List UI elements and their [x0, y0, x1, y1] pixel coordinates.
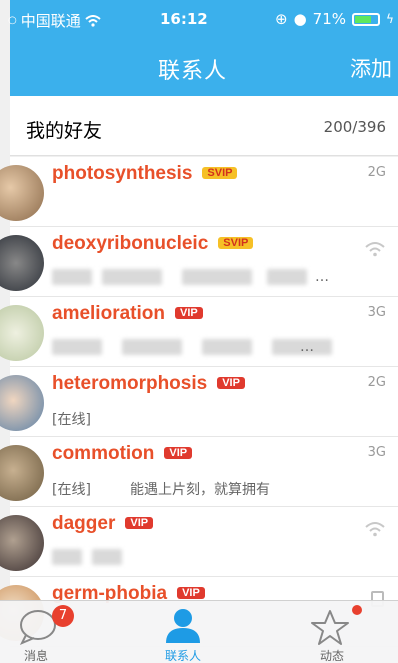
vip-badge: VIP: [177, 587, 205, 599]
contacts-screen: ○ 中国联通 16:12 ⊕ ● 71% ϟ 联系人 添加 我的好友 200/3…: [0, 0, 398, 663]
star-icon: [311, 610, 349, 645]
message-count-badge: 7: [52, 605, 74, 627]
contact-name: photosynthesis SVIP: [52, 163, 238, 185]
tab-moments[interactable]: 动态: [282, 601, 382, 663]
group-count: 200/396: [323, 118, 386, 136]
notification-dot: [352, 605, 362, 615]
battery-percent: 71%: [312, 10, 347, 28]
list-item[interactable]: amelioration VIP 3G …: [0, 297, 398, 367]
status-time: 16:12: [160, 10, 208, 28]
list-item[interactable]: deoxyribonucleic SVIP …: [0, 227, 398, 297]
network-label: 2G: [367, 165, 386, 180]
status-text-blurred: [52, 267, 352, 287]
rotation-lock-icon: ⊕: [275, 10, 288, 28]
list-item[interactable]: photosynthesis SVIP 2G: [0, 157, 398, 227]
person-icon: [166, 609, 200, 643]
top-bar: ○ 中国联通 16:12 ⊕ ● 71% ϟ 联系人 添加: [8, 0, 398, 96]
alarm-icon: ●: [293, 10, 307, 28]
network-label: 2G: [367, 375, 386, 390]
list-item[interactable]: dagger VIP: [0, 507, 398, 577]
battery-icon: [352, 12, 381, 26]
avatar: [0, 165, 44, 221]
svip-badge: SVIP: [218, 237, 254, 249]
status-text-blurred: [52, 547, 352, 567]
tab-messages[interactable]: 7 消息: [0, 601, 88, 663]
avatar: [0, 515, 44, 571]
contact-list: photosynthesis SVIP 2G deoxyribonucleic SV…: [0, 157, 398, 647]
list-item[interactable]: heteromorphosis VIP 2G [在线]: [0, 367, 398, 437]
wifi-icon: [365, 242, 385, 257]
avatar: [0, 445, 44, 501]
tab-label: 联系人: [164, 649, 201, 663]
page-title: 联系人: [158, 59, 228, 84]
avatar: [0, 305, 44, 361]
contact-name: amelioration VIP: [52, 303, 203, 325]
group-name: 我的好友: [26, 120, 103, 142]
contact-name: heteromorphosis VIP: [52, 373, 245, 395]
status-right: ⊕ ● 71% ϟ: [275, 10, 394, 28]
vip-badge: VIP: [164, 447, 193, 459]
status-ellipsis: …: [315, 269, 329, 285]
wifi-icon: [365, 522, 385, 537]
status-ellipsis: …: [300, 339, 314, 355]
svip-badge: SVIP: [202, 167, 238, 179]
avatar: [0, 375, 44, 431]
tab-contacts[interactable]: 联系人: [133, 601, 233, 663]
contact-name: dagger VIP: [52, 513, 154, 535]
status-bar: ○ 中国联通 16:12 ⊕ ● 71% ϟ: [8, 0, 398, 40]
carrier-name: 中国联通: [20, 12, 81, 30]
add-button[interactable]: 添加: [350, 53, 392, 83]
online-status: [在线]: [52, 482, 91, 498]
tab-label: 动态: [319, 649, 344, 663]
signal-dot-icon: ○: [8, 15, 17, 26]
online-status: [在线]: [52, 412, 91, 428]
network-label: 3G: [367, 445, 386, 460]
contact-name: deoxyribonucleic SVIP: [52, 233, 254, 255]
tab-bar: 7 消息 联系人 动态: [0, 600, 398, 663]
group-header[interactable]: 我的好友 200/396: [10, 96, 398, 156]
contact-name: commotion VIP: [52, 443, 193, 465]
tab-label: 消息: [23, 649, 48, 663]
charging-icon: ϟ: [386, 12, 394, 26]
signature-text: 能遇上片刻，就算拥有: [130, 482, 270, 498]
avatar: [0, 235, 44, 291]
wifi-status-icon: [85, 14, 101, 27]
vip-badge: VIP: [174, 307, 203, 319]
list-item[interactable]: commotion VIP 3G [在线] 能遇上片刻，就算拥有: [0, 437, 398, 507]
vip-badge: VIP: [125, 517, 154, 529]
vip-badge: VIP: [217, 377, 245, 389]
network-label: 3G: [367, 305, 386, 320]
carrier-group: ○ 中国联通: [8, 10, 101, 31]
